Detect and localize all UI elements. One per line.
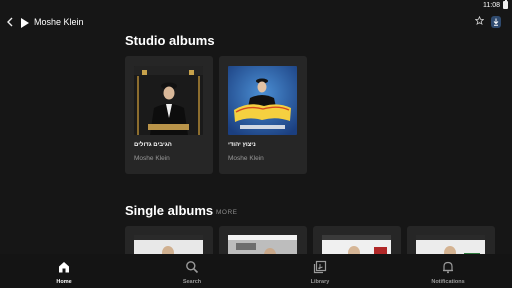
- more-link[interactable]: MORE: [216, 209, 238, 217]
- star-icon: [474, 15, 484, 25]
- album-title: ניצוץ יהודי: [228, 142, 256, 148]
- section-title-single-albums: Single albums: [125, 203, 214, 218]
- back-arrow-icon: [7, 17, 13, 27]
- nav-label-notifications: Notifications: [431, 279, 465, 285]
- play-button[interactable]: [20, 16, 30, 28]
- album-title: הגיבים גדולים: [134, 142, 172, 148]
- home-icon: [59, 262, 69, 273]
- nav-item-search[interactable]: Search: [128, 254, 256, 288]
- nav-label-library: Library: [310, 279, 330, 285]
- bottom-navigation: Home Search Library Notifications: [0, 254, 512, 288]
- battery-icon: [503, 0, 508, 9]
- download-icon: [493, 18, 499, 26]
- album-card[interactable]: ניצוץ יהודי Moshe Klein: [219, 56, 307, 174]
- nav-item-home[interactable]: Home: [0, 254, 128, 288]
- album-artist: Moshe Klein: [228, 155, 264, 162]
- search-icon: [186, 261, 199, 274]
- nav-item-notifications[interactable]: Notifications: [384, 254, 512, 288]
- page-title: Moshe Klein: [34, 17, 84, 27]
- play-icon: [21, 18, 29, 28]
- nav-label-search: Search: [182, 279, 202, 285]
- album-artist: Moshe Klein: [134, 155, 170, 162]
- status-time: 11:08: [483, 1, 500, 9]
- status-bar: 11:08: [0, 0, 512, 10]
- status-indicators: 11:08: [483, 0, 508, 10]
- nav-label-home: Home: [56, 279, 72, 285]
- album-card[interactable]: הגיבים גדולים Moshe Klein: [125, 56, 213, 174]
- album-cover: [228, 66, 297, 135]
- top-app-bar: Moshe Klein: [0, 11, 512, 33]
- back-button[interactable]: [4, 15, 16, 29]
- album-cover: [134, 66, 203, 135]
- bell-icon: [443, 261, 453, 274]
- library-icon: [313, 260, 327, 274]
- nav-item-library[interactable]: Library: [256, 254, 384, 288]
- download-button[interactable]: [491, 16, 501, 28]
- favorite-button[interactable]: [473, 15, 485, 29]
- section-title-studio-albums: Studio albums: [125, 33, 215, 48]
